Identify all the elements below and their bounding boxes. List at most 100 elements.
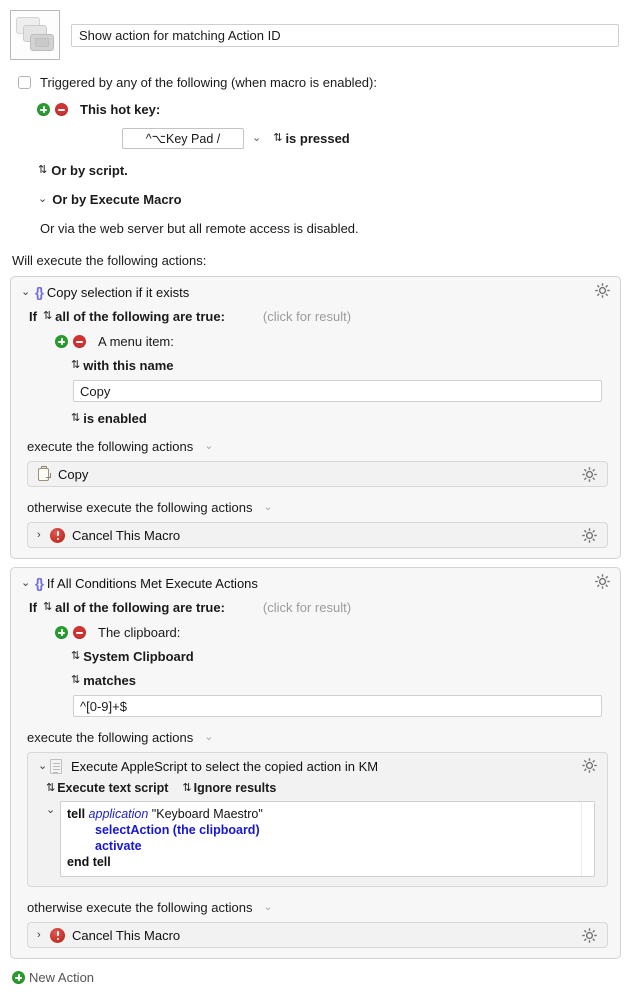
stop-error-icon xyxy=(50,927,65,943)
script-token: selectAction (the clipboard) xyxy=(95,823,260,837)
stepper-icon[interactable]: ⇅ xyxy=(71,651,80,662)
action-group-title: Copy selection if it exists xyxy=(46,284,190,300)
clipboard-icon xyxy=(37,466,51,482)
if-condition-row: If ⇅ all of the following are true: (cli… xyxy=(11,300,620,324)
chevron-down-icon[interactable]: ⌄ xyxy=(46,801,60,877)
then-branch-header[interactable]: execute the following actions ⌄ xyxy=(11,717,620,745)
clipboard-operator-row[interactable]: ⇅ matches xyxy=(11,664,620,688)
or-by-execute-macro-label: Or by Execute Macro xyxy=(52,192,182,207)
action-card-cancel-macro[interactable]: › Cancel This Macro xyxy=(27,522,608,548)
script-editor-wrap: ⌄ tell application "Keyboard Maestro" sel… xyxy=(28,795,607,886)
chevron-right-icon[interactable]: › xyxy=(37,929,50,941)
clipboard-operator-label: matches xyxy=(83,673,136,688)
gear-icon[interactable] xyxy=(581,927,598,944)
trigger-section: Triggered by any of the following (when … xyxy=(0,75,631,268)
add-trigger-button[interactable] xyxy=(37,103,50,116)
trigger-enabled-checkbox[interactable] xyxy=(18,76,31,89)
condition-value-input[interactable]: Copy xyxy=(73,380,602,402)
if-condition-label: all of the following are true: xyxy=(55,309,225,324)
stepper-icon[interactable]: ⇅ xyxy=(71,360,80,371)
chevron-down-icon[interactable]: ⌄ xyxy=(204,441,213,452)
gear-icon[interactable] xyxy=(581,757,598,774)
clipboard-pattern-value: ^[0-9]+$ xyxy=(80,698,127,714)
script-document-icon xyxy=(50,759,62,774)
condition-result-hint[interactable]: (click for result) xyxy=(263,309,351,324)
chevron-right-icon[interactable]: › xyxy=(37,529,50,541)
new-action-label: New Action xyxy=(29,970,95,985)
action-group-header[interactable]: ⌄ {} If All Conditions Met Execute Actio… xyxy=(11,568,620,591)
action-group-header[interactable]: ⌄ {} Copy selection if it exists xyxy=(11,277,620,300)
if-condition-label: all of the following are true: xyxy=(55,600,225,615)
clipboard-pattern-input[interactable]: ^[0-9]+$ xyxy=(73,695,602,717)
chevron-down-icon[interactable]: ⌄ xyxy=(204,732,213,743)
chevron-down-icon[interactable]: ⌄ xyxy=(38,194,47,205)
hotkey-state-stepper-icon[interactable]: ⇅ xyxy=(273,133,282,144)
chevron-down-icon[interactable]: ⌄ xyxy=(38,761,50,772)
chevron-down-icon[interactable]: ⌄ xyxy=(252,133,261,144)
else-branch-label: otherwise execute the following actions xyxy=(27,900,253,915)
icon-window-front xyxy=(30,34,54,51)
condition-qualifier-row[interactable]: ⇅ with this name xyxy=(11,349,620,373)
action-title: Cancel This Macro xyxy=(72,927,181,943)
add-condition-button[interactable] xyxy=(55,626,68,639)
hotkey-trigger-row: This hot key: xyxy=(10,102,619,117)
script-line: tell application "Keyboard Maestro" xyxy=(67,806,588,822)
stepper-icon[interactable]: ⇅ xyxy=(38,165,47,176)
gear-icon[interactable] xyxy=(581,527,598,544)
braces-icon: {} xyxy=(35,575,44,591)
action-group-if-then-else[interactable]: ⌄ {} Copy selection if it exists If ⇅ al… xyxy=(10,276,621,559)
then-branch-label: execute the following actions xyxy=(27,439,194,454)
or-by-script-label: Or by script. xyxy=(51,163,128,178)
action-group-if-all-conditions[interactable]: ⌄ {} If All Conditions Met Execute Actio… xyxy=(10,567,621,959)
condition-row-menu-item: A menu item: xyxy=(11,324,620,349)
applescript-action-header[interactable]: ⌄ Execute AppleScript to select the copi… xyxy=(28,753,607,774)
script-token: activate xyxy=(95,839,142,853)
chevron-down-icon[interactable]: ⌄ xyxy=(21,286,33,298)
or-by-script-row[interactable]: ⇅ Or by script. xyxy=(10,163,619,178)
remove-condition-button[interactable] xyxy=(73,626,86,639)
applescript-options-row: ⇅ Execute text script ⇅ Ignore results xyxy=(28,774,607,795)
hotkey-value: ^⌥Key Pad / xyxy=(145,132,221,146)
action-card-cancel-macro[interactable]: › Cancel This Macro xyxy=(27,922,608,948)
script-line: activate xyxy=(67,838,588,854)
else-branch-header[interactable]: otherwise execute the following actions … xyxy=(11,487,620,515)
remove-condition-button[interactable] xyxy=(73,335,86,348)
chevron-down-icon[interactable]: ⌄ xyxy=(263,902,272,913)
then-branch-label: execute the following actions xyxy=(27,730,194,745)
condition-mode-stepper-icon[interactable]: ⇅ xyxy=(43,311,52,322)
chevron-down-icon[interactable]: ⌄ xyxy=(263,502,272,513)
stepper-icon[interactable]: ⇅ xyxy=(46,782,55,794)
or-by-execute-macro-row[interactable]: ⌄ Or by Execute Macro xyxy=(10,192,619,207)
gear-icon[interactable] xyxy=(594,573,611,590)
stepper-icon[interactable]: ⇅ xyxy=(182,782,191,794)
then-branch-header[interactable]: execute the following actions ⌄ xyxy=(11,426,620,454)
action-card-copy[interactable]: Copy xyxy=(27,461,608,487)
macro-name-value: Show action for matching Action ID xyxy=(79,28,281,43)
stepper-icon[interactable]: ⇅ xyxy=(71,675,80,686)
condition-result-hint[interactable]: (click for result) xyxy=(263,600,351,615)
if-prefix-label: If xyxy=(29,600,37,615)
action-card-execute-applescript[interactable]: ⌄ Execute AppleScript to select the copi… xyxy=(27,752,608,887)
macro-name-input[interactable]: Show action for matching Action ID xyxy=(71,24,619,47)
add-condition-button[interactable] xyxy=(55,335,68,348)
applescript-code-editor[interactable]: tell application "Keyboard Maestro" selec… xyxy=(60,801,595,877)
new-action-row[interactable]: New Action xyxy=(0,959,631,985)
else-branch-header[interactable]: otherwise execute the following actions … xyxy=(11,887,620,915)
gear-icon[interactable] xyxy=(594,282,611,299)
action-title: Execute AppleScript to select the copied… xyxy=(71,759,379,774)
clipboard-source-row[interactable]: ⇅ System Clipboard xyxy=(11,640,620,664)
script-scrollbar[interactable] xyxy=(581,802,594,876)
condition-type-label: The clipboard: xyxy=(98,625,181,640)
cascading-windows-icon[interactable] xyxy=(10,10,60,60)
stepper-icon[interactable]: ⇅ xyxy=(71,413,80,424)
script-line: end tell xyxy=(67,854,588,870)
remove-trigger-button[interactable] xyxy=(55,103,68,116)
hotkey-input[interactable]: ^⌥Key Pad / xyxy=(122,128,244,149)
chevron-down-icon[interactable]: ⌄ xyxy=(21,577,33,589)
condition-state-row[interactable]: ⇅ is enabled xyxy=(11,402,620,426)
gear-icon[interactable] xyxy=(581,466,598,483)
condition-value: Copy xyxy=(80,383,111,399)
condition-mode-stepper-icon[interactable]: ⇅ xyxy=(43,602,52,613)
braces-icon: {} xyxy=(35,284,44,300)
add-icon[interactable] xyxy=(12,971,25,984)
